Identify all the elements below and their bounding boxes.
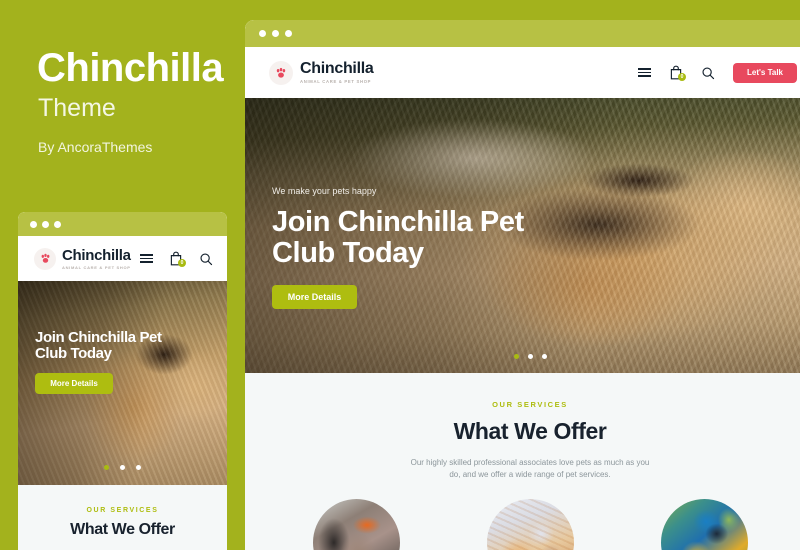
promo-subtitle: Theme (38, 94, 116, 122)
header-nav-icons: 0 Let's Talk (638, 62, 797, 83)
mobile-hero-content: Join Chinchilla Pet Club Today More Deta… (35, 329, 162, 395)
hero-title-line-1: Join Chinchilla Pet (272, 206, 524, 238)
hero-kicker: We make your pets happy (272, 186, 377, 196)
service-card-bird[interactable] (660, 499, 748, 550)
mobile-hero-title-line-1: Join Chinchilla Pet (35, 329, 162, 346)
mobile-site-header: Chinchilla ANIMAL CARE & PET SHOP 0 (18, 236, 227, 281)
mobile-services-kicker: OUR SERVICES (86, 507, 159, 514)
mobile-header-nav-icons: 0 (140, 251, 213, 267)
mobile-shopping-bag-icon[interactable]: 0 (169, 251, 186, 267)
mobile-hero-title-line-2: Club Today (35, 345, 112, 363)
hero-title-line-2: Club Today (272, 237, 424, 270)
mobile-more-details-button[interactable]: More Details (35, 373, 113, 395)
mobile-window-dot-maximize[interactable] (54, 220, 61, 228)
mobile-services-section: OUR SERVICES What We Offer (18, 485, 227, 550)
page-title: Chinchilla (37, 46, 224, 90)
service-image-dog (312, 499, 400, 550)
window-dot-close[interactable] (259, 30, 266, 37)
window-dot-minimize[interactable] (272, 30, 279, 37)
mobile-site-logo[interactable]: Chinchilla ANIMAL CARE & PET SHOP (34, 246, 131, 270)
mobile-search-icon[interactable] (199, 252, 213, 266)
mobile-logo-name: Chinchilla (62, 246, 131, 264)
mobile-window-dot-minimize[interactable] (42, 220, 49, 228)
mobile-cart-count-badge: 0 (178, 259, 186, 267)
slider-dot-2[interactable] (527, 354, 533, 359)
mobile-logo-tagline: ANIMAL CARE & PET SHOP (62, 264, 131, 270)
slider-dot-1[interactable] (513, 354, 519, 359)
mobile-hero-slider-dots (18, 465, 227, 470)
hero-content: We make your pets happy Join Chinchilla … (272, 186, 524, 309)
logo-tagline: ANIMAL CARE & PET SHOP (300, 78, 372, 84)
hero-slider: We make your pets happy Join Chinchilla … (245, 98, 800, 373)
cart-count-badge: 0 (678, 73, 686, 81)
mobile-paw-icon (34, 247, 56, 270)
mobile-hero-slider: Join Chinchilla Pet Club Today More Deta… (18, 281, 227, 485)
mobile-slider-dot-3[interactable] (136, 465, 141, 470)
desktop-titlebar (245, 20, 800, 47)
mobile-titlebar (18, 212, 227, 236)
services-kicker: OUR SERVICES (492, 400, 568, 409)
service-card-cat[interactable] (486, 499, 574, 550)
shopping-bag-icon[interactable]: 0 (669, 65, 686, 81)
window-dot-maximize[interactable] (285, 30, 292, 37)
mobile-window-dot-close[interactable] (30, 220, 37, 228)
screenshot-canvas: Chinchilla Theme By AncoraThemes Chinchi… (0, 0, 800, 550)
search-icon[interactable] (701, 66, 715, 80)
services-description: Our highly skilled professional associat… (410, 458, 650, 479)
services-title: What We Offer (453, 418, 607, 444)
promo-author: By AncoraThemes (38, 139, 153, 155)
slider-dot-3[interactable] (541, 354, 547, 359)
services-section: OUR SERVICES What We Offer Our highly sk… (245, 373, 800, 550)
desktop-browser-mockup: Chinchilla ANIMAL CARE & PET SHOP 0 Let'… (245, 20, 800, 550)
services-card-row (245, 499, 800, 550)
paw-icon (269, 60, 293, 85)
site-logo[interactable]: Chinchilla ANIMAL CARE & PET SHOP (269, 59, 374, 85)
mobile-services-title: What We Offer (70, 521, 175, 538)
service-card-dog[interactable] (312, 499, 400, 550)
more-details-button[interactable]: More Details (272, 284, 357, 309)
desktop-viewport: Chinchilla ANIMAL CARE & PET SHOP 0 Let'… (245, 47, 800, 550)
mobile-viewport: Chinchilla ANIMAL CARE & PET SHOP 0 Join… (18, 236, 227, 550)
lets-talk-button[interactable]: Let's Talk (733, 62, 797, 83)
hero-slider-dots (245, 354, 800, 359)
service-image-bird (660, 499, 748, 550)
mobile-hamburger-menu-icon[interactable] (140, 254, 153, 263)
mobile-slider-dot-1[interactable] (104, 465, 109, 470)
hamburger-menu-icon[interactable] (638, 68, 651, 77)
site-header: Chinchilla ANIMAL CARE & PET SHOP 0 Let'… (245, 47, 800, 98)
service-image-cat (486, 499, 574, 550)
logo-name: Chinchilla (300, 59, 374, 77)
mobile-browser-mockup: Chinchilla ANIMAL CARE & PET SHOP 0 Join… (18, 212, 227, 550)
mobile-slider-dot-2[interactable] (120, 465, 125, 470)
